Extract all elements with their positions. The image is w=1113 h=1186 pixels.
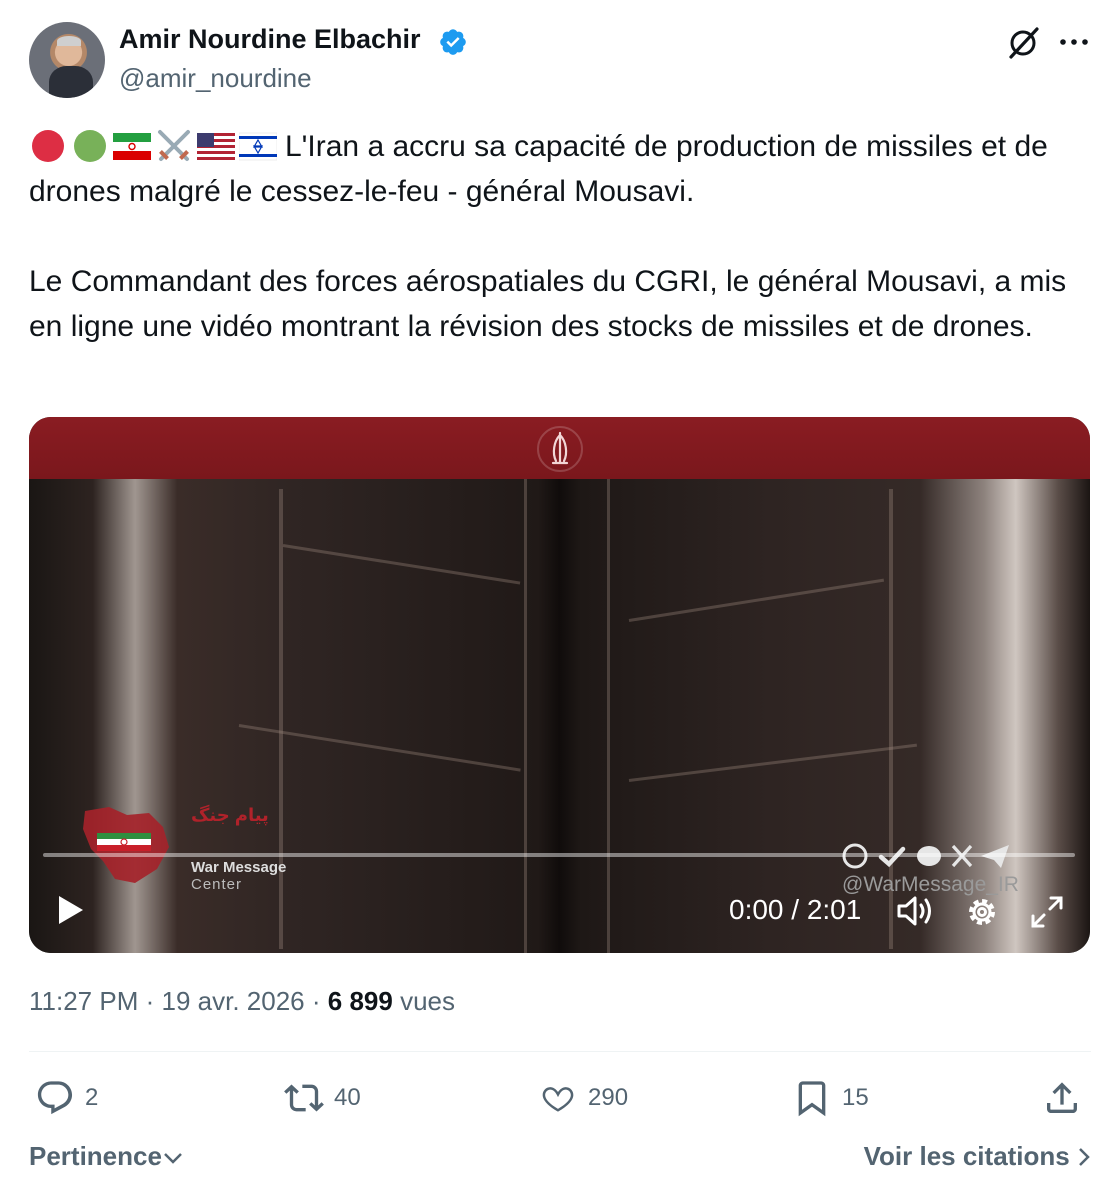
reply-button[interactable]: 2 (35, 1076, 98, 1120)
like-button[interactable]: 290 (538, 1076, 628, 1120)
settings-gear-icon[interactable] (963, 893, 1001, 931)
like-count: 290 (588, 1084, 629, 1111)
bookmark-icon (798, 1081, 826, 1117)
emoji-row (29, 129, 277, 163)
video-banner (29, 417, 1090, 479)
share-icon (1047, 1082, 1077, 1113)
reply-count: 2 (85, 1084, 99, 1111)
israel-flag-icon (239, 132, 277, 161)
sort-dropdown[interactable]: Pertinence (29, 1141, 184, 1172)
door-edge-center-right (607, 479, 610, 953)
views-label: vues (400, 986, 455, 1016)
door-panel-line (628, 743, 918, 782)
sort-label: Pertinence (29, 1141, 162, 1171)
door-panel-line (628, 578, 885, 622)
watermark-title: War Message (191, 859, 287, 876)
retweet-count: 40 (334, 1084, 361, 1111)
watermark-subtitle: Center (191, 876, 243, 893)
bookmark-count: 15 (842, 1084, 869, 1111)
retweet-icon (284, 1084, 324, 1112)
grok-icon[interactable] (1004, 24, 1042, 62)
bookmark-button[interactable]: 15 (792, 1076, 869, 1120)
iran-emblem-icon (537, 426, 583, 472)
door-edge-center-left (524, 479, 527, 953)
watermark-text: War Message Center (191, 859, 286, 893)
author-handle[interactable]: @amir_nourdine (119, 63, 312, 94)
crossed-swords-icon (158, 130, 190, 161)
author-display-name[interactable]: Amir Nourdine Elbachir (119, 24, 421, 55)
fullscreen-icon[interactable] (1029, 894, 1065, 930)
chevron-down-icon (164, 1153, 182, 1164)
view-quotes-link[interactable]: Voir les citations (864, 1141, 1091, 1172)
chevron-right-icon (1079, 1148, 1090, 1166)
video-player[interactable]: پیام جنگ War Message Center @WarMessage_… (29, 417, 1090, 953)
us-flag-icon (197, 133, 235, 160)
meta-separator: · (311, 986, 321, 1016)
green-circle-icon (74, 130, 106, 162)
views-count[interactable]: 6 899 (328, 986, 393, 1016)
reply-icon (37, 1081, 73, 1115)
video-progress-bar[interactable] (43, 853, 1075, 857)
more-icon[interactable] (1058, 28, 1090, 56)
heart-icon (542, 1087, 574, 1112)
play-icon[interactable] (53, 891, 87, 929)
watermark-farsi: پیام جنگ (191, 805, 269, 825)
retweet-button[interactable]: 40 (284, 1076, 361, 1120)
video-time-display: 0:00 / 2:01 (729, 894, 862, 925)
volume-icon[interactable] (895, 893, 935, 929)
meta-separator: · (145, 986, 155, 1016)
red-circle-icon (32, 130, 64, 162)
war-message-logo (83, 807, 169, 883)
tweet-date[interactable]: 19 avr. 2026 (162, 986, 305, 1016)
share-button[interactable] (1042, 1076, 1082, 1120)
divider (29, 1051, 1091, 1052)
verified-badge-icon (440, 29, 466, 55)
tweet-text: L'Iran a accru sa capacité de production… (29, 124, 1091, 349)
iran-flag-icon (113, 133, 151, 160)
door-panel-line (282, 544, 521, 585)
quotes-label: Voir les citations (863, 1141, 1070, 1171)
avatar[interactable] (29, 22, 105, 98)
tweet-meta: 11:27 PM · 19 avr. 2026 · 6 899 vues (29, 986, 455, 1017)
tweet-paragraph-2: Le Commandant des forces aérospatiales d… (29, 265, 1067, 343)
tweet-time[interactable]: 11:27 PM (29, 986, 138, 1016)
